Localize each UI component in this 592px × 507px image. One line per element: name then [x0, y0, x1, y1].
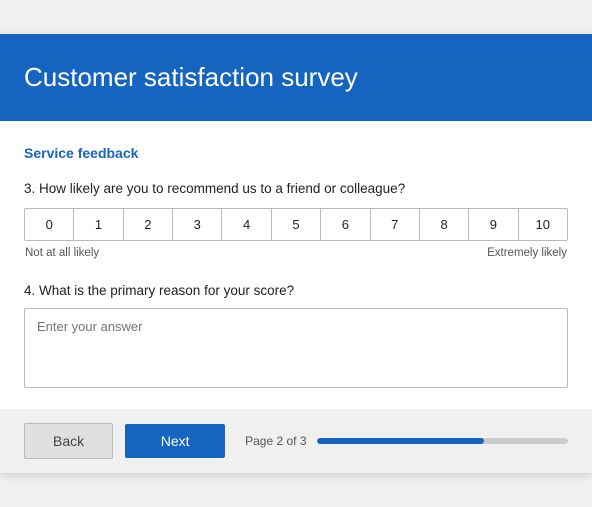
page-text: Page 2 of 3 [245, 434, 306, 448]
rating-9[interactable]: 9 [469, 209, 518, 240]
question3-label: 3. How likely are you to recommend us to… [24, 181, 568, 196]
rating-labels: Not at all likely Extremely likely [24, 247, 568, 259]
next-button[interactable]: Next [125, 424, 225, 458]
section-title: Service feedback [24, 145, 568, 161]
rating-6[interactable]: 6 [321, 209, 370, 240]
rating-10[interactable]: 10 [519, 209, 567, 240]
rating-2[interactable]: 2 [124, 209, 173, 240]
rating-8[interactable]: 8 [420, 209, 469, 240]
rating-4[interactable]: 4 [222, 209, 271, 240]
question4-label: 4. What is the primary reason for your s… [24, 283, 568, 298]
survey-footer: Back Next Page 2 of 3 [0, 409, 592, 473]
survey-container: Customer satisfaction survey Service fee… [0, 34, 592, 473]
rating-5[interactable]: 5 [272, 209, 321, 240]
page-indicator: Page 2 of 3 [245, 434, 568, 448]
progress-bar-fill [317, 438, 484, 444]
rating-scale: 0 1 2 3 4 5 6 7 8 9 10 [24, 208, 568, 241]
high-label: Extremely likely [487, 247, 567, 259]
rating-0[interactable]: 0 [25, 209, 74, 240]
rating-3[interactable]: 3 [173, 209, 222, 240]
survey-header: Customer satisfaction survey [0, 34, 592, 121]
rating-7[interactable]: 7 [371, 209, 420, 240]
rating-1[interactable]: 1 [74, 209, 123, 240]
low-label: Not at all likely [25, 247, 99, 259]
survey-title: Customer satisfaction survey [24, 62, 568, 93]
survey-body: Service feedback 3. How likely are you t… [0, 121, 592, 409]
answer-textarea[interactable] [24, 308, 568, 388]
back-button[interactable]: Back [24, 423, 113, 459]
progress-bar-background [317, 438, 568, 444]
